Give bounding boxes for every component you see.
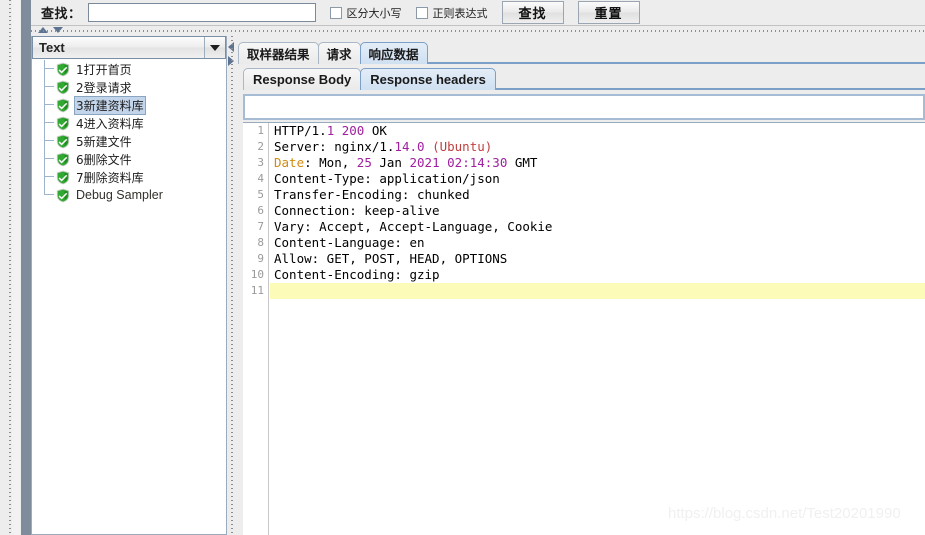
outer-tab-1[interactable]: 取样器结果	[238, 42, 319, 64]
header-line: Vary: Accept, Accept-Language, Cookie	[274, 219, 553, 234]
header-line: Date: Mon, 25 Jan 2021 02:14:30 GMT	[274, 155, 538, 170]
find-button[interactable]: 查找	[501, 1, 564, 24]
tree-item-label: 2登录请求	[76, 80, 132, 95]
green-shield-check-icon	[56, 170, 70, 184]
sampler-tree[interactable]: 1打开首页 2登录请求 3新建资料库 4进入资料库 5新建文件 6删除文件 7删除资料库 De…	[32, 60, 226, 533]
green-shield-check-icon	[56, 188, 70, 202]
tree-connector-elbow	[44, 68, 54, 70]
line-number: 10	[250, 268, 264, 281]
green-shield-check-icon	[56, 62, 70, 76]
jmeter-result-window: 查找： 区分大小写 正则表达式 查找 重置 Text 1打开首页 2登录请求 3新建…	[0, 0, 925, 535]
header-line: Content-Type: application/json	[274, 171, 500, 186]
inner-tab-2[interactable]: Response headers	[360, 68, 496, 90]
header-line: HTTP/1.1 200 OK	[274, 123, 387, 138]
line-number: 11	[250, 284, 264, 297]
left-split-grip-dots	[9, 0, 11, 535]
left-split-shade	[12, 0, 20, 535]
green-shield-check-icon	[56, 134, 70, 148]
left-split-handle[interactable]	[0, 0, 20, 535]
line-number: 6	[257, 204, 264, 217]
line-number: 3	[257, 156, 264, 169]
horizontal-split-grip-dots	[31, 30, 925, 32]
tree-connector-elbow	[44, 194, 54, 196]
tree-item-label: Debug Sampler	[76, 188, 163, 202]
green-shield-check-icon	[56, 116, 70, 130]
case-sensitive-checkbox[interactable]	[329, 6, 342, 19]
tree-connector-elbow	[44, 104, 54, 106]
tree-item-4[interactable]: 4进入资料库	[32, 114, 226, 132]
tree-item-7[interactable]: 7删除资料库	[32, 168, 226, 186]
chevron-down-icon[interactable]	[204, 37, 225, 58]
outer-tab-bar: 取样器结果 请求 响应数据	[238, 40, 925, 64]
line-number: 8	[257, 236, 264, 249]
green-shield-check-icon	[56, 152, 70, 166]
case-sensitive-label: 区分大小写	[346, 6, 402, 20]
header-line: Transfer-Encoding: chunked	[274, 187, 470, 202]
left-accent-strip	[21, 0, 31, 535]
tree-item-label: 3新建资料库	[74, 95, 146, 115]
tree-item-3[interactable]: 3新建资料库	[32, 95, 226, 115]
tree-connector-elbow	[44, 140, 54, 142]
reset-button[interactable]: 重置	[577, 1, 640, 24]
tree-item-label: 4进入资料库	[76, 116, 144, 131]
line-number: 2	[257, 140, 264, 153]
tree-connector-elbow	[44, 158, 54, 160]
green-shield-check-icon	[56, 80, 70, 94]
middle-split-grip-dots	[231, 36, 233, 535]
view-type-selected-value: Text	[39, 40, 65, 55]
tree-item-label: 1打开首页	[76, 62, 132, 77]
header-line: Connection: keep-alive	[274, 203, 440, 218]
header-line: Server: nginx/1.14.0 (Ubuntu)	[274, 139, 493, 154]
search-toolbar: 查找： 区分大小写 正则表达式 查找 重置	[31, 0, 925, 26]
tree-item-label: 7删除资料库	[76, 170, 144, 185]
header-line: Content-Language: en	[274, 235, 425, 250]
tree-item-5[interactable]: 5新建文件	[32, 132, 226, 150]
tree-connector-elbow	[44, 86, 54, 88]
response-find-field[interactable]	[243, 94, 925, 120]
tree-item-8[interactable]: Debug Sampler	[32, 186, 226, 204]
search-input[interactable]	[87, 3, 316, 22]
case-sensitive-checkbox-wrap[interactable]: 区分大小写	[329, 5, 402, 21]
tree-item-label: 5新建文件	[76, 134, 132, 149]
green-shield-check-icon	[56, 98, 70, 112]
regex-label: 正则表达式	[432, 6, 488, 20]
header-line: Allow: GET, POST, HEAD, OPTIONS	[274, 251, 508, 266]
tree-panel: Text 1打开首页 2登录请求 3新建资料库 4进入资料库 5新建文件 6删除文件 7删除…	[31, 36, 227, 535]
inner-tab-1[interactable]: Response Body	[243, 68, 362, 90]
tree-item-2[interactable]: 2登录请求	[32, 78, 226, 96]
middle-split-handle[interactable]	[227, 36, 238, 535]
line-number: 5	[257, 188, 264, 201]
outer-tab-3[interactable]: 响应数据	[359, 42, 428, 64]
line-number: 1	[257, 124, 264, 137]
tree-item-6[interactable]: 6删除文件	[32, 150, 226, 168]
line-number: 9	[257, 252, 264, 265]
regex-checkbox[interactable]	[415, 6, 428, 19]
tree-connector-elbow	[44, 176, 54, 178]
outer-tab-2[interactable]: 请求	[317, 42, 361, 64]
header-line	[270, 283, 925, 299]
line-number: 7	[257, 220, 264, 233]
header-line: Content-Encoding: gzip	[274, 267, 440, 282]
response-find-input[interactable]	[245, 96, 923, 118]
tree-item-label: 6删除文件	[76, 152, 132, 167]
view-type-combobox[interactable]: Text	[32, 36, 226, 59]
response-headers-viewer[interactable]: 1 2 3 4 5 6 7 8 9 10 11 HTTP/1.1 200 OK Server: ngi…	[243, 122, 925, 535]
regex-checkbox-wrap[interactable]: 正则表达式	[415, 5, 488, 21]
inner-tab-bar: Response Body Response headers	[243, 66, 925, 90]
response-headers-text[interactable]: HTTP/1.1 200 OK Server: nginx/1.14.0 (Ubu…	[270, 123, 925, 535]
line-number-gutter: 1 2 3 4 5 6 7 8 9 10 11	[243, 123, 269, 535]
tree-item-1[interactable]: 1打开首页	[32, 60, 226, 78]
line-number: 4	[257, 172, 264, 185]
tree-connector-elbow	[44, 122, 54, 124]
search-label: 查找：	[41, 7, 82, 22]
horizontal-split-handle[interactable]	[31, 26, 925, 36]
